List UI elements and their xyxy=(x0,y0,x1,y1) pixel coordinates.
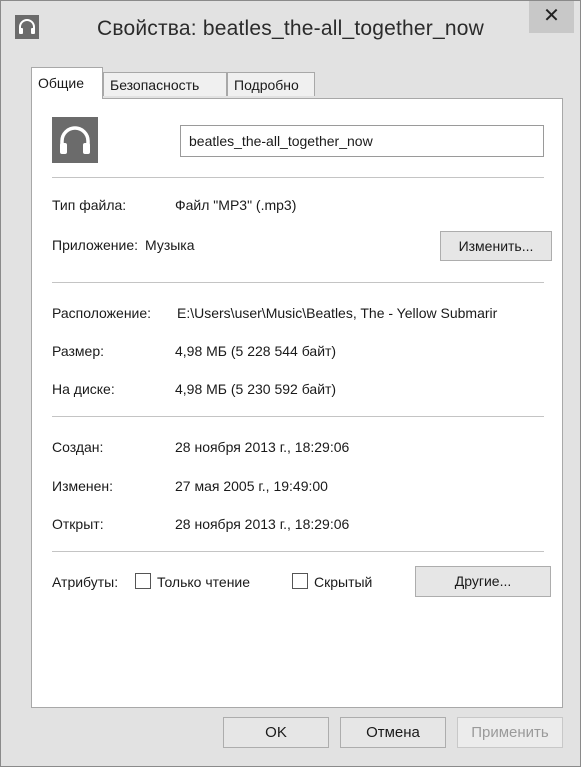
tab-security-label: Безопасность xyxy=(110,77,200,93)
divider xyxy=(52,282,544,283)
tab-details-label: Подробно xyxy=(234,77,299,93)
divider xyxy=(52,551,544,552)
modified-label: Изменен: xyxy=(52,478,114,494)
app-label: Приложение: xyxy=(52,237,139,253)
change-app-button[interactable]: Изменить... xyxy=(440,231,552,261)
tab-security[interactable]: Безопасность xyxy=(103,72,227,96)
attributes-label: Атрибуты: xyxy=(52,574,119,590)
title-bar[interactable]: Свойства: beatles_the-all_together_now ✕ xyxy=(1,1,580,55)
file-name-input[interactable]: beatles_the-all_together_now xyxy=(180,125,544,157)
headphones-icon xyxy=(52,117,98,163)
hidden-checkbox[interactable] xyxy=(292,573,308,589)
general-tab-panel: beatles_the-all_together_now Тип файла: … xyxy=(31,98,563,708)
close-button[interactable]: ✕ xyxy=(529,1,574,33)
divider xyxy=(52,177,544,178)
close-icon: ✕ xyxy=(543,5,560,27)
opened-value: 28 ноября 2013 г., 18:29:06 xyxy=(175,516,350,532)
created-value: 28 ноября 2013 г., 18:29:06 xyxy=(175,439,350,455)
tab-general[interactable]: Общие xyxy=(31,67,103,99)
file-type-value: Файл "MP3" (.mp3) xyxy=(175,197,297,213)
modified-value: 27 мая 2005 г., 19:49:00 xyxy=(175,478,328,494)
disk-size-label: На диске: xyxy=(52,381,115,397)
divider xyxy=(52,416,544,417)
other-attributes-button[interactable]: Другие... xyxy=(415,566,551,597)
created-label: Создан: xyxy=(52,439,104,455)
window-title: Свойства: beatles_the-all_together_now xyxy=(96,17,484,40)
opened-label: Открыт: xyxy=(52,516,104,532)
apply-button[interactable]: Применить xyxy=(457,717,563,748)
cancel-button[interactable]: Отмена xyxy=(340,717,446,748)
location-label: Расположение: xyxy=(52,305,152,321)
disk-size-value: 4,98 МБ (5 230 592 байт) xyxy=(175,381,337,397)
hidden-label: Скрытый xyxy=(314,574,373,590)
size-label: Размер: xyxy=(52,343,105,359)
readonly-label: Только чтение xyxy=(157,574,251,590)
properties-window: Свойства: beatles_the-all_together_now ✕… xyxy=(0,0,581,767)
tab-general-label: Общие xyxy=(38,75,85,91)
ok-button[interactable]: OK xyxy=(223,717,329,748)
location-value: E:\Users\user\Music\Beatles, The - Yello… xyxy=(177,305,498,321)
readonly-checkbox[interactable] xyxy=(135,573,151,589)
tab-details[interactable]: Подробно xyxy=(227,72,315,96)
file-type-label: Тип файла: xyxy=(52,197,127,213)
app-value: Музыка xyxy=(145,237,195,253)
size-value: 4,98 МБ (5 228 544 байт) xyxy=(175,343,337,359)
